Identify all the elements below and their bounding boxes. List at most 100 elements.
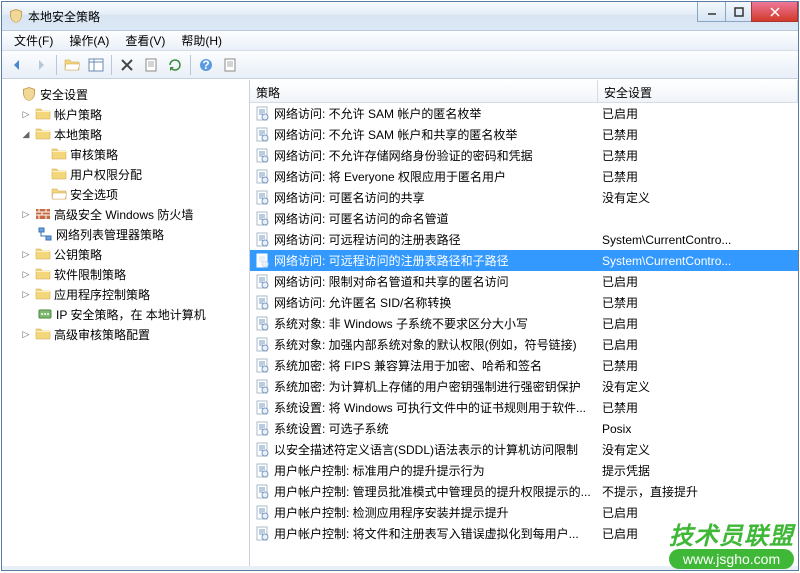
list-row[interactable]: 系统对象: 加强内部系统对象的默认权限(例如，符号链接)已启用 bbox=[250, 334, 798, 355]
menubar: 文件(F) 操作(A) 查看(V) 帮助(H) bbox=[2, 31, 798, 51]
back-button[interactable] bbox=[6, 54, 28, 76]
policy-icon bbox=[254, 463, 270, 479]
tree-user-rights[interactable]: 用户权限分配 bbox=[4, 164, 247, 184]
app-icon bbox=[8, 8, 24, 24]
tree-public-key[interactable]: ▷公钥策略 bbox=[4, 244, 247, 264]
policy-value: 已启用 bbox=[598, 504, 798, 521]
tree-app-control[interactable]: ▷应用程序控制策略 bbox=[4, 284, 247, 304]
expand-icon[interactable]: ▷ bbox=[20, 108, 32, 120]
titlebar[interactable]: 本地安全策略 bbox=[2, 2, 798, 31]
list-row[interactable]: 网络访问: 可远程访问的注册表路径System\CurrentContro... bbox=[250, 229, 798, 250]
statusbar bbox=[2, 566, 798, 570]
policy-value: 已禁用 bbox=[598, 168, 798, 185]
properties-button[interactable] bbox=[140, 54, 162, 76]
folder-icon bbox=[35, 246, 51, 262]
policy-value: 已禁用 bbox=[598, 357, 798, 374]
list-row[interactable]: 用户帐户控制: 将文件和注册表写入错误虚拟化到每用户...已启用 bbox=[250, 523, 798, 544]
list-row[interactable]: 网络访问: 可匿名访问的命名管道 bbox=[250, 208, 798, 229]
close-button[interactable] bbox=[751, 2, 798, 22]
tree-network-list[interactable]: 网络列表管理器策略 bbox=[4, 224, 247, 244]
tree-panel[interactable]: 安全设置 ▷帐户策略 ◢本地策略 审核策略 用户权限分配 安全选项 ▷高级安全 … bbox=[2, 80, 250, 566]
policy-icon bbox=[254, 358, 270, 374]
policy-name: 网络访问: 不允许 SAM 帐户和共享的匿名枚举 bbox=[274, 126, 517, 143]
expand-icon[interactable]: ▷ bbox=[20, 268, 32, 280]
policy-value: 已禁用 bbox=[598, 147, 798, 164]
list-row[interactable]: 系统设置: 可选子系统Posix bbox=[250, 418, 798, 439]
folder-icon bbox=[35, 266, 51, 282]
content: 安全设置 ▷帐户策略 ◢本地策略 审核策略 用户权限分配 安全选项 ▷高级安全 … bbox=[2, 79, 798, 566]
list-row[interactable]: 用户帐户控制: 标准用户的提升提示行为提示凭据 bbox=[250, 460, 798, 481]
list-row[interactable]: 用户帐户控制: 管理员批准模式中管理员的提升权限提示的...不提示，直接提升 bbox=[250, 481, 798, 502]
policy-value: 没有定义 bbox=[598, 441, 798, 458]
list-row[interactable]: 系统对象: 非 Windows 子系统不要求区分大小写已启用 bbox=[250, 313, 798, 334]
toolbar bbox=[2, 51, 798, 79]
list-body[interactable]: 网络访问: 不允许 SAM 帐户的匿名枚举已启用网络访问: 不允许 SAM 帐户… bbox=[250, 103, 798, 566]
policy-value: 没有定义 bbox=[598, 189, 798, 206]
list-row[interactable]: 网络访问: 不允许存储网络身份验证的密码和凭据 已禁用 bbox=[250, 145, 798, 166]
tree-software-restrict[interactable]: ▷软件限制策略 bbox=[4, 264, 247, 284]
show-panes-button[interactable] bbox=[85, 54, 107, 76]
tree-root[interactable]: 安全设置 bbox=[4, 84, 247, 104]
collapse-icon[interactable]: ◢ bbox=[20, 128, 32, 140]
folder-icon bbox=[51, 146, 67, 162]
tree-security-options[interactable]: 安全选项 bbox=[4, 184, 247, 204]
policy-value: 已启用 bbox=[598, 336, 798, 353]
expand-icon[interactable]: ▷ bbox=[20, 248, 32, 260]
list-row[interactable]: 系统加密: 将 FIPS 兼容算法用于加密、哈希和签名已禁用 bbox=[250, 355, 798, 376]
policy-value: 提示凭据 bbox=[598, 462, 798, 479]
menu-help[interactable]: 帮助(H) bbox=[173, 30, 230, 51]
policy-name: 系统设置: 将 Windows 可执行文件中的证书规则用于软件... bbox=[274, 399, 586, 416]
policy-name: 以安全描述符定义语言(SDDL)语法表示的计算机访问限制 bbox=[274, 441, 578, 458]
tree-ip-security[interactable]: IP 安全策略，在 本地计算机 bbox=[4, 304, 247, 324]
list-row[interactable]: 网络访问: 将 Everyone 权限应用于匿名用户已禁用 bbox=[250, 166, 798, 187]
list-row[interactable]: 用户帐户控制: 检测应用程序安装并提示提升已启用 bbox=[250, 502, 798, 523]
policy-icon bbox=[254, 337, 270, 353]
list-row[interactable]: 网络访问: 可远程访问的注册表路径和子路径System\CurrentContr… bbox=[250, 250, 798, 271]
policy-name: 网络访问: 可匿名访问的命名管道 bbox=[274, 210, 449, 227]
list-row[interactable]: 网络访问: 不允许 SAM 帐户和共享的匿名枚举已禁用 bbox=[250, 124, 798, 145]
minimize-button[interactable] bbox=[697, 2, 726, 22]
column-policy[interactable]: 策略 bbox=[250, 80, 598, 102]
expand-icon[interactable]: ▷ bbox=[20, 328, 32, 340]
list-row[interactable]: 以安全描述符定义语言(SDDL)语法表示的计算机访问限制 没有定义 bbox=[250, 439, 798, 460]
expand-icon[interactable]: ▷ bbox=[20, 208, 32, 220]
tree-audit-policy[interactable]: 审核策略 bbox=[4, 144, 247, 164]
firewall-icon bbox=[35, 206, 51, 222]
tree-advanced-audit[interactable]: ▷高级审核策略配置 bbox=[4, 324, 247, 344]
list-row[interactable]: 系统设置: 将 Windows 可执行文件中的证书规则用于软件...已禁用 bbox=[250, 397, 798, 418]
list-row[interactable]: 网络访问: 可匿名访问的共享没有定义 bbox=[250, 187, 798, 208]
export-button[interactable] bbox=[164, 54, 186, 76]
maximize-button[interactable] bbox=[725, 2, 752, 22]
tree-account-policies[interactable]: ▷帐户策略 bbox=[4, 104, 247, 124]
action-button[interactable] bbox=[219, 54, 241, 76]
menu-file[interactable]: 文件(F) bbox=[6, 30, 61, 51]
help-button[interactable] bbox=[195, 54, 217, 76]
network-icon bbox=[37, 226, 53, 242]
menu-view[interactable]: 查看(V) bbox=[117, 30, 173, 51]
folder-icon bbox=[35, 286, 51, 302]
delete-button[interactable] bbox=[116, 54, 138, 76]
policy-icon bbox=[254, 274, 270, 290]
list-panel: 策略 安全设置 网络访问: 不允许 SAM 帐户的匿名枚举已启用网络访问: 不允… bbox=[250, 80, 798, 566]
expand-icon[interactable]: ▷ bbox=[20, 288, 32, 300]
policy-value: 已禁用 bbox=[598, 294, 798, 311]
policy-icon bbox=[254, 211, 270, 227]
tree-local-policies[interactable]: ◢本地策略 bbox=[4, 124, 247, 144]
policy-icon bbox=[254, 190, 270, 206]
policy-icon bbox=[254, 148, 270, 164]
column-security-setting[interactable]: 安全设置 bbox=[598, 80, 798, 102]
policy-icon bbox=[254, 421, 270, 437]
tree-firewall[interactable]: ▷高级安全 Windows 防火墙 bbox=[4, 204, 247, 224]
policy-name: 系统加密: 为计算机上存储的用户密钥强制进行强密钥保护 bbox=[274, 378, 581, 395]
list-row[interactable]: 网络访问: 允许匿名 SID/名称转换已禁用 bbox=[250, 292, 798, 313]
policy-name: 系统对象: 非 Windows 子系统不要求区分大小写 bbox=[274, 315, 528, 332]
list-header: 策略 安全设置 bbox=[250, 80, 798, 103]
menu-action[interactable]: 操作(A) bbox=[61, 30, 117, 51]
list-row[interactable]: 网络访问: 限制对命名管道和共享的匿名访问已启用 bbox=[250, 271, 798, 292]
up-button[interactable] bbox=[61, 54, 83, 76]
list-row[interactable]: 网络访问: 不允许 SAM 帐户的匿名枚举已启用 bbox=[250, 103, 798, 124]
policy-name: 系统设置: 可选子系统 bbox=[274, 420, 389, 437]
list-row[interactable]: 系统加密: 为计算机上存储的用户密钥强制进行强密钥保护没有定义 bbox=[250, 376, 798, 397]
policy-icon bbox=[254, 400, 270, 416]
policy-name: 网络访问: 不允许存储网络身份验证的密码和凭据 bbox=[274, 147, 533, 164]
